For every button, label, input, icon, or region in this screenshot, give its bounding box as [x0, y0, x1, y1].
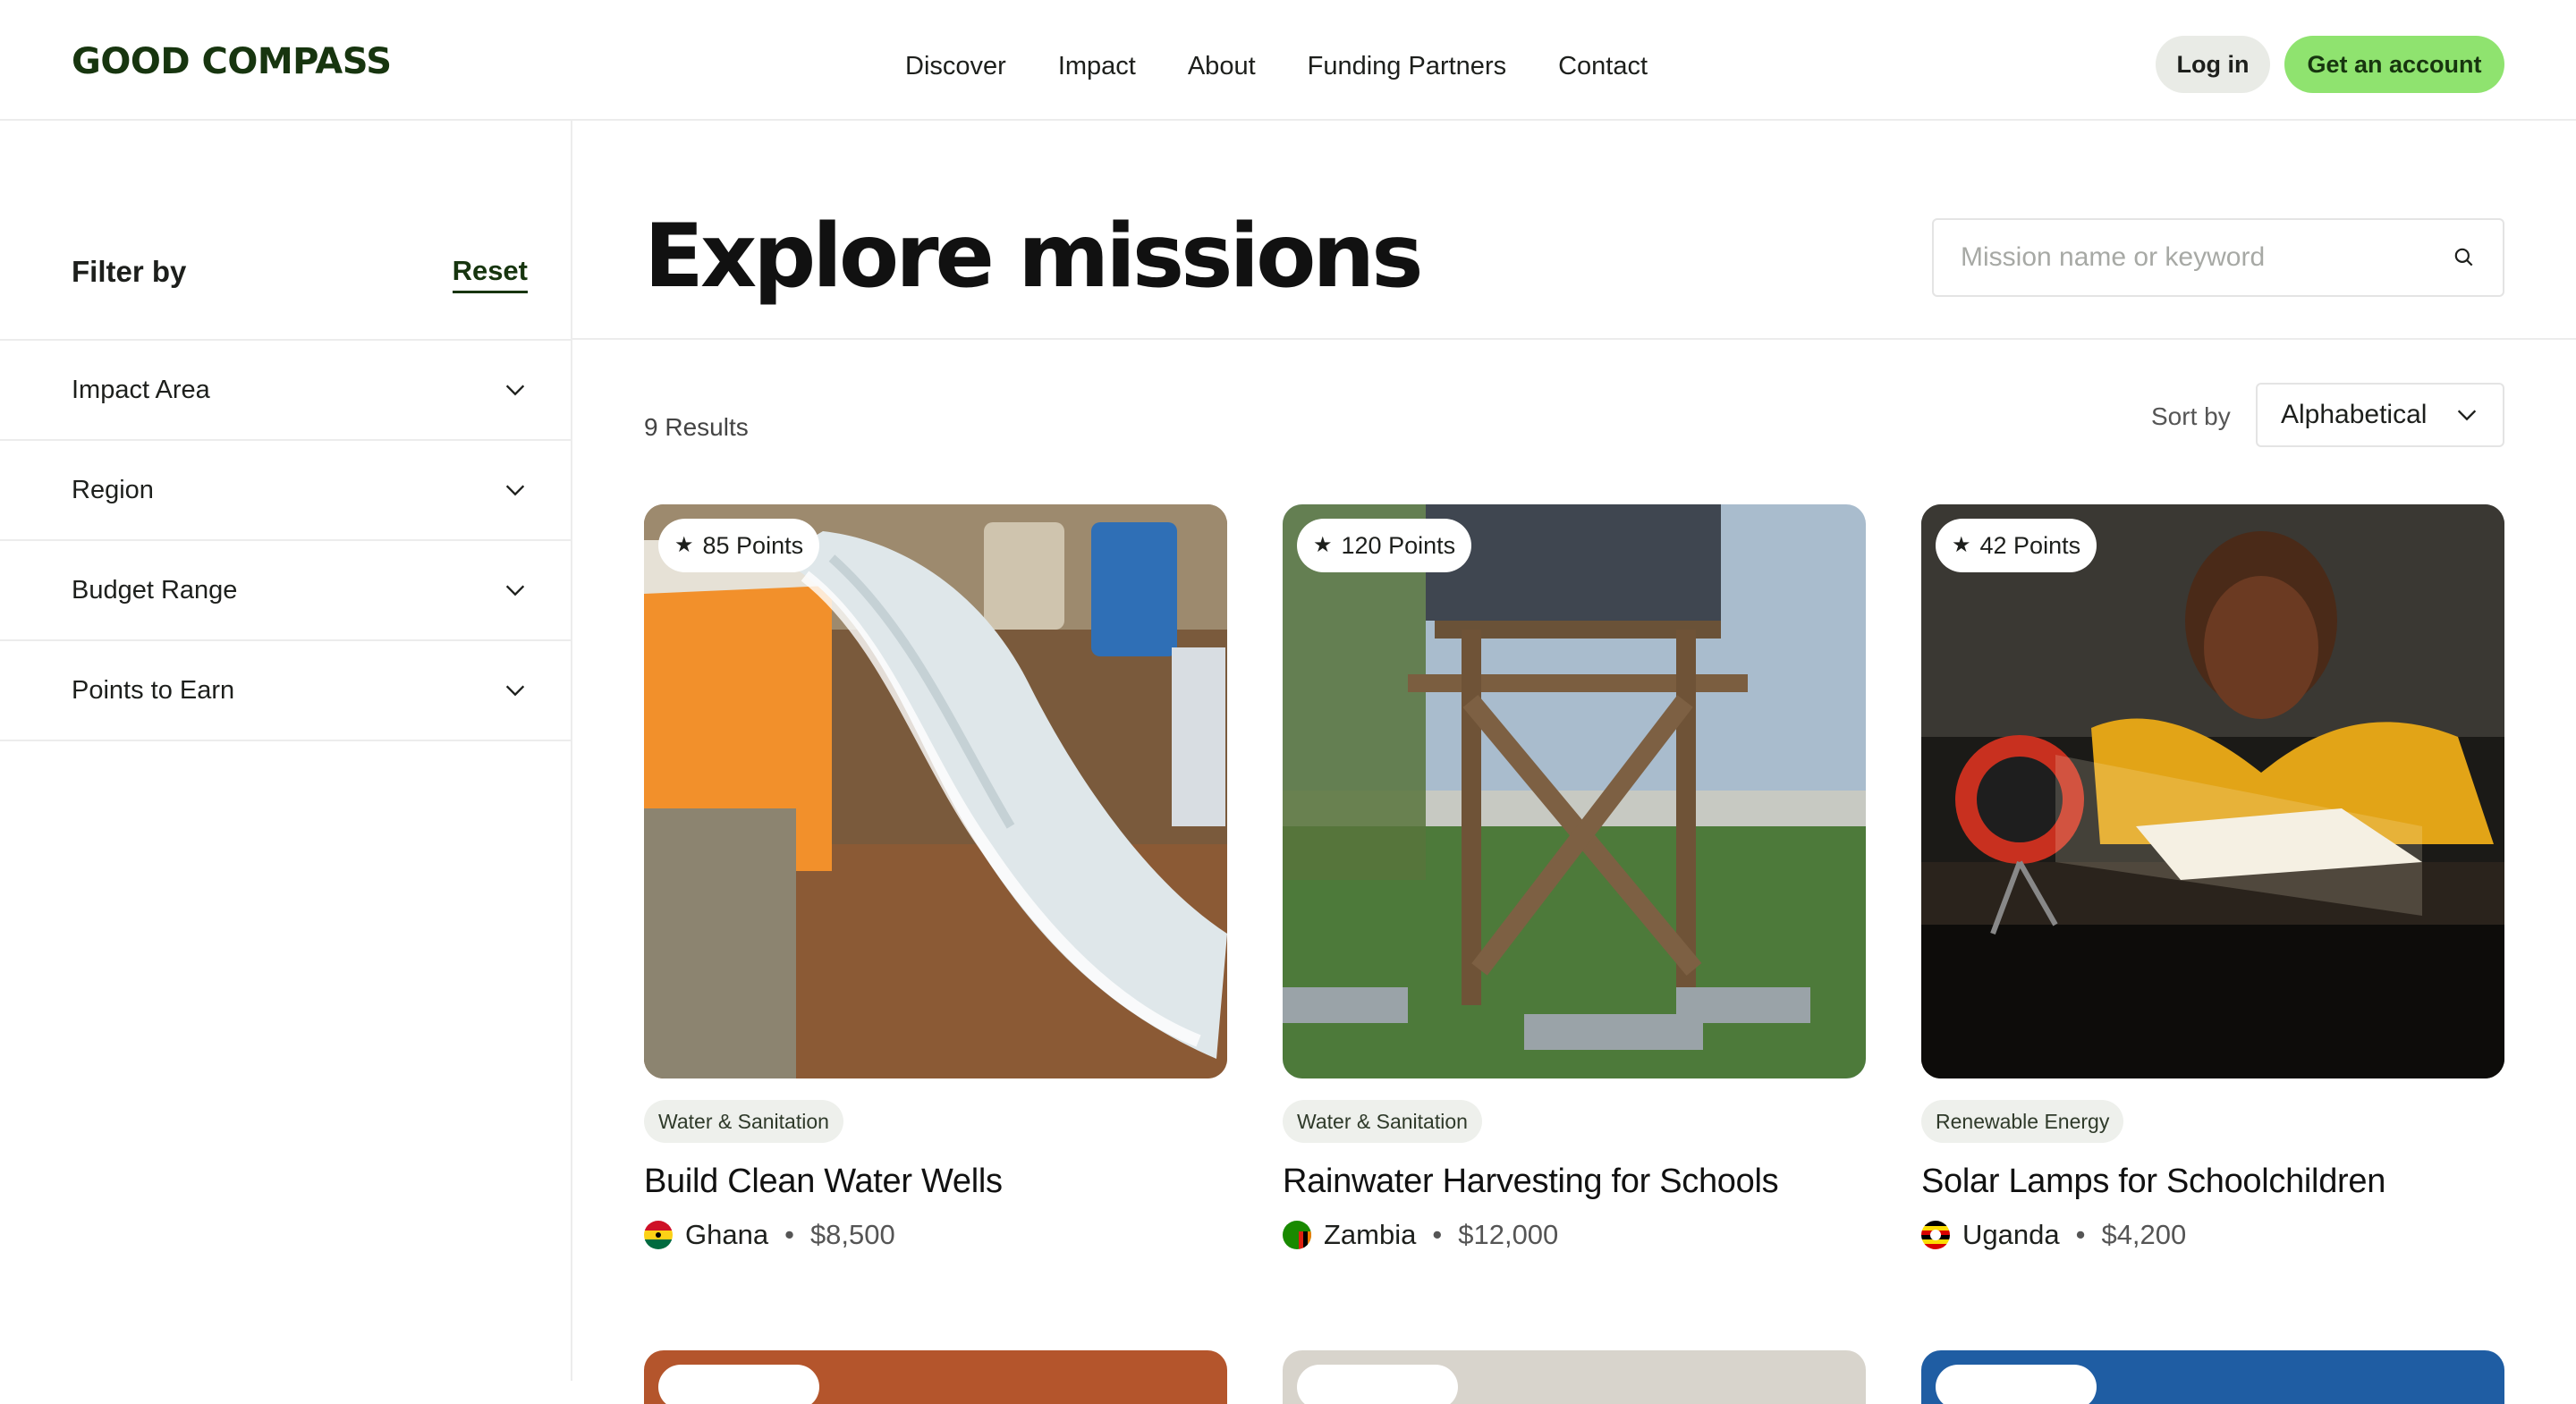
mission-image-solar-lamps[interactable]: ★ 42 Points — [1921, 504, 2504, 1078]
main-nav: Discover Impact About Funding Partners C… — [905, 48, 1699, 84]
star-icon: ★ — [674, 533, 694, 557]
ghana-flag-icon — [644, 1221, 673, 1249]
get-account-button[interactable]: Get an account — [2284, 36, 2504, 93]
budget-amount: $12,000 — [1458, 1219, 1559, 1250]
impact-tag: Renewable Energy — [1921, 1100, 2124, 1143]
star-icon: ★ — [1952, 533, 1971, 557]
points-badge: ★ 42 Points — [1936, 519, 2097, 572]
separator-dot: • — [1432, 1219, 1443, 1250]
section-divider — [572, 338, 2576, 340]
points-badge: ★ 85 Points — [658, 519, 820, 572]
budget-amount: $8,500 — [809, 1219, 895, 1250]
mission-title[interactable]: Build Clean Water Wells — [644, 1163, 1227, 1201]
chevron-down-icon — [505, 585, 525, 596]
mission-title[interactable]: Solar Lamps for Schoolchildren — [1921, 1163, 2504, 1201]
mission-card[interactable]: ★ 120 Points Water & Sanitation Rainwate… — [1283, 504, 1866, 1251]
sort-value: Alphabetical — [2281, 400, 2428, 429]
mission-meta: Uganda • $4,200 — [1921, 1219, 2504, 1251]
mission-meta: Ghana • $8,500 — [644, 1219, 1227, 1251]
search-box — [1932, 218, 2504, 297]
filter-budget-range[interactable]: Budget Range — [0, 541, 571, 641]
filter-sidebar: Filter by Reset Impact Area Region Budge… — [0, 121, 572, 1381]
budget-amount: $4,200 — [2101, 1219, 2187, 1250]
impact-tag: Water & Sanitation — [644, 1100, 843, 1143]
uganda-flag-icon — [1921, 1221, 1950, 1249]
filter-points-to-earn[interactable]: Points to Earn — [0, 641, 571, 741]
filter-label: Points to Earn — [72, 675, 235, 705]
country-name: Uganda — [1962, 1219, 2060, 1250]
login-button[interactable]: Log in — [2156, 36, 2270, 93]
sort-label: Sort by — [2151, 402, 2231, 430]
nav-discover[interactable]: Discover — [905, 48, 1006, 84]
chevron-down-icon — [505, 685, 525, 697]
results-count: 9 Results — [644, 413, 749, 441]
search-icon[interactable] — [2453, 246, 2476, 269]
mission-image-water-wells[interactable]: ★ 85 Points — [644, 504, 1227, 1078]
points-badge — [1297, 1365, 1458, 1404]
filter-region[interactable]: Region — [0, 441, 571, 541]
mission-meta: Zambia • $12,000 — [1283, 1219, 1866, 1251]
country-name: Ghana — [685, 1219, 769, 1250]
reset-filters-link[interactable]: Reset — [452, 255, 528, 293]
mission-card-partial[interactable] — [1921, 1350, 2504, 1404]
points-value: 85 Points — [702, 531, 804, 559]
filter-label: Region — [72, 475, 154, 504]
star-icon: ★ — [1313, 533, 1333, 557]
nav-about[interactable]: About — [1188, 48, 1256, 84]
zambia-flag-icon — [1283, 1221, 1311, 1249]
filter-title: Filter by — [72, 255, 187, 288]
points-value: 120 Points — [1341, 531, 1456, 559]
top-header: GOOD COMPASS Discover Impact About Fundi… — [0, 0, 2576, 121]
points-badge: ★ 120 Points — [1297, 519, 1472, 572]
points-badge — [658, 1365, 819, 1404]
mission-card-partial[interactable] — [1283, 1350, 1866, 1404]
sort-select[interactable]: Alphabetical — [2256, 383, 2504, 447]
nav-funding-partners[interactable]: Funding Partners — [1308, 48, 1506, 84]
nav-contact[interactable]: Contact — [1558, 48, 1648, 84]
chevron-down-icon — [505, 385, 525, 396]
impact-tag: Water & Sanitation — [1283, 1100, 1482, 1143]
mission-card[interactable]: ★ 85 Points Water & Sanitation Build Cle… — [644, 504, 1227, 1251]
chevron-down-icon — [2457, 410, 2477, 421]
chevron-down-icon — [505, 485, 525, 496]
mission-card-partial[interactable] — [644, 1350, 1227, 1404]
points-badge — [1936, 1365, 2097, 1404]
separator-dot: • — [784, 1219, 794, 1250]
mission-image-rainwater[interactable]: ★ 120 Points — [1283, 504, 1866, 1078]
country-name: Zambia — [1324, 1219, 1417, 1250]
mission-card[interactable]: ★ 42 Points Renewable Energy Solar Lamps… — [1921, 504, 2504, 1251]
filter-impact-area[interactable]: Impact Area — [0, 341, 571, 441]
filter-label: Impact Area — [72, 375, 210, 404]
nav-impact[interactable]: Impact — [1058, 48, 1136, 84]
points-value: 42 Points — [1979, 531, 2081, 559]
filter-label: Budget Range — [72, 575, 238, 605]
mission-title[interactable]: Rainwater Harvesting for Schools — [1283, 1163, 1866, 1201]
page-title: Explore missions — [644, 206, 1424, 308]
logo[interactable]: GOOD COMPASS — [72, 41, 392, 82]
separator-dot: • — [2075, 1219, 2086, 1250]
filter-list: Impact Area Region Budget Range Points t… — [0, 339, 571, 741]
search-input[interactable] — [1961, 242, 2453, 273]
